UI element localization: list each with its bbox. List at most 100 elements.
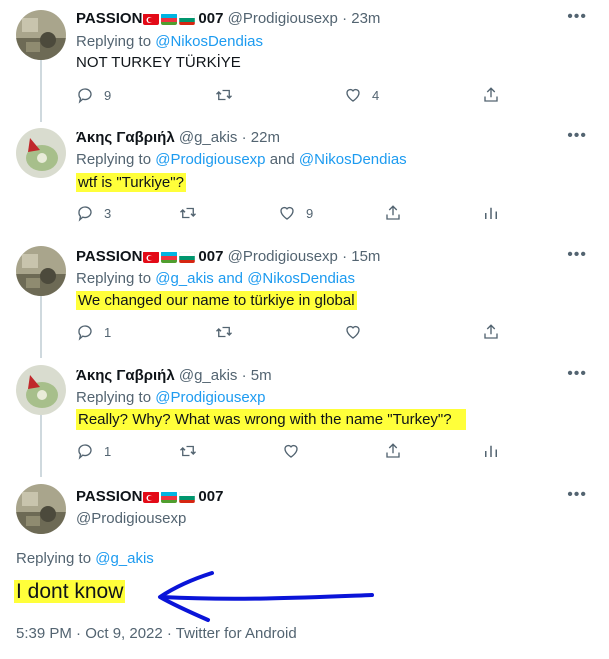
mention-link[interactable]: @g_akis xyxy=(155,270,214,287)
turkey-flag-icon xyxy=(143,251,160,263)
like-button[interactable]: 4 xyxy=(344,86,379,104)
share-button[interactable] xyxy=(384,204,402,222)
reply-button[interactable]: 9 xyxy=(76,86,111,104)
like-icon xyxy=(284,444,298,458)
retweet-button[interactable] xyxy=(214,86,244,104)
mention-link[interactable]: @NikosDendias xyxy=(299,151,407,168)
analytics-icon xyxy=(485,445,497,457)
display-name[interactable]: Άκης Γαβριήλ xyxy=(76,367,175,384)
handle[interactable]: @Prodigiousexp xyxy=(76,510,186,527)
tweet-actions: 3 9 xyxy=(76,204,576,224)
tweet-header: PASSION 007 @Prodigiousexp · 15m xyxy=(76,248,380,265)
replying-to: Replying to @NikosDendias xyxy=(76,33,263,50)
highlighted-text: I dont know xyxy=(14,580,126,603)
share-icon xyxy=(386,443,400,458)
arrow-annotation xyxy=(158,571,374,622)
replying-to: Replying to @g_akis and @NikosDendias xyxy=(76,270,355,287)
share-icon xyxy=(484,324,498,339)
analytics-button[interactable] xyxy=(482,442,500,460)
reply-count: 9 xyxy=(104,87,112,103)
timestamp[interactable]: · 22m xyxy=(242,129,280,146)
more-icon[interactable]: ••• xyxy=(567,246,587,264)
display-name[interactable]: PASSION xyxy=(76,248,142,265)
reply-button[interactable]: 1 xyxy=(76,323,111,341)
like-icon xyxy=(280,206,294,220)
reply-count: 1 xyxy=(104,324,112,340)
handle[interactable]: @Prodigiousexp xyxy=(228,10,338,27)
replying-to: Replying to @Prodigiousexp and @NikosDen… xyxy=(76,151,407,168)
like-button[interactable] xyxy=(282,442,310,460)
mention-link[interactable]: @Prodigiousexp xyxy=(155,389,265,406)
display-name[interactable]: PASSION xyxy=(76,10,142,27)
tweet-text: I dont know xyxy=(14,580,126,604)
reply-icon xyxy=(78,444,92,460)
retweet-icon xyxy=(216,89,232,101)
avatar[interactable] xyxy=(16,128,66,178)
more-icon[interactable]: ••• xyxy=(567,8,587,26)
highlighted-text: Really? Why? What was wrong with the nam… xyxy=(76,409,466,430)
replying-to: Replying to @g_akis xyxy=(16,550,154,567)
azerbaijan-flag-icon xyxy=(161,491,178,503)
name-suffix: 007 xyxy=(198,248,224,265)
avatar[interactable] xyxy=(16,365,66,415)
bulgaria-flag-icon xyxy=(179,491,196,503)
mention-link[interactable]: @NikosDendias xyxy=(247,270,355,287)
tweet-header: PASSION 007 @Prodigiousexp · 23m xyxy=(76,10,380,27)
retweet-button[interactable] xyxy=(214,323,244,341)
bulgaria-flag-icon xyxy=(179,251,196,263)
reply-count: 1 xyxy=(104,443,112,459)
share-icon xyxy=(484,87,498,102)
thread-line xyxy=(40,296,42,358)
flags xyxy=(143,491,196,503)
reply-count: 3 xyxy=(104,205,112,221)
tweet-footer: 5:39 PM · Oct 9, 2022 · Twitter for Andr… xyxy=(16,625,297,642)
name-suffix: 007 xyxy=(198,10,224,27)
analytics-button[interactable] xyxy=(482,204,500,222)
reply-icon xyxy=(78,325,92,341)
retweet-button[interactable] xyxy=(178,204,208,222)
like-button[interactable] xyxy=(344,323,372,341)
tweet-header: Άκης Γαβριήλ @g_akis · 5m xyxy=(76,367,272,384)
retweet-button[interactable] xyxy=(178,442,208,460)
avatar[interactable] xyxy=(16,484,66,534)
share-icon xyxy=(386,205,400,220)
retweet-icon xyxy=(216,326,232,338)
mention-link[interactable]: @NikosDendias xyxy=(155,33,263,50)
highlighted-text: We changed our name to türkiye in global xyxy=(76,291,357,310)
tweet-actions: 1 xyxy=(76,323,576,343)
tweet-text: Really? Why? What was wrong with the nam… xyxy=(76,409,466,430)
like-count: 4 xyxy=(372,87,380,103)
more-icon[interactable]: ••• xyxy=(567,127,587,145)
like-button[interactable]: 9 xyxy=(278,204,313,222)
more-icon[interactable]: ••• xyxy=(567,365,587,383)
share-button[interactable] xyxy=(482,86,500,104)
analytics-icon xyxy=(485,207,497,219)
share-button[interactable] xyxy=(384,442,402,460)
reply-icon xyxy=(78,88,92,104)
reply-button[interactable]: 1 xyxy=(76,442,111,460)
reply-button[interactable]: 3 xyxy=(76,204,111,222)
handle[interactable]: @g_akis xyxy=(179,367,238,384)
mention-link[interactable]: @Prodigiousexp xyxy=(155,151,265,168)
like-count: 9 xyxy=(306,205,314,221)
thread-line xyxy=(40,415,42,477)
mention-link[interactable]: @g_akis xyxy=(95,550,154,567)
handle[interactable]: @g_akis xyxy=(179,129,238,146)
display-name[interactable]: PASSION 007 xyxy=(76,488,223,505)
avatar[interactable] xyxy=(16,10,66,60)
avatar[interactable] xyxy=(16,246,66,296)
tweet-text: wtf is "Turkiye"? xyxy=(76,173,186,192)
reply-icon xyxy=(78,206,92,222)
tweet-actions: 9 4 xyxy=(76,86,576,106)
replying-to: Replying to @Prodigiousexp xyxy=(76,389,266,406)
turkey-flag-icon xyxy=(143,13,160,25)
retweet-icon xyxy=(180,445,196,457)
share-button[interactable] xyxy=(482,323,500,341)
timestamp[interactable]: · 15m xyxy=(342,248,380,265)
handle[interactable]: @Prodigiousexp xyxy=(228,248,338,265)
more-icon[interactable]: ••• xyxy=(567,486,587,504)
display-name[interactable]: Άκης Γαβριήλ xyxy=(76,129,175,146)
retweet-icon xyxy=(180,207,196,219)
timestamp[interactable]: · 23m xyxy=(342,10,380,27)
timestamp[interactable]: · 5m xyxy=(242,367,272,384)
